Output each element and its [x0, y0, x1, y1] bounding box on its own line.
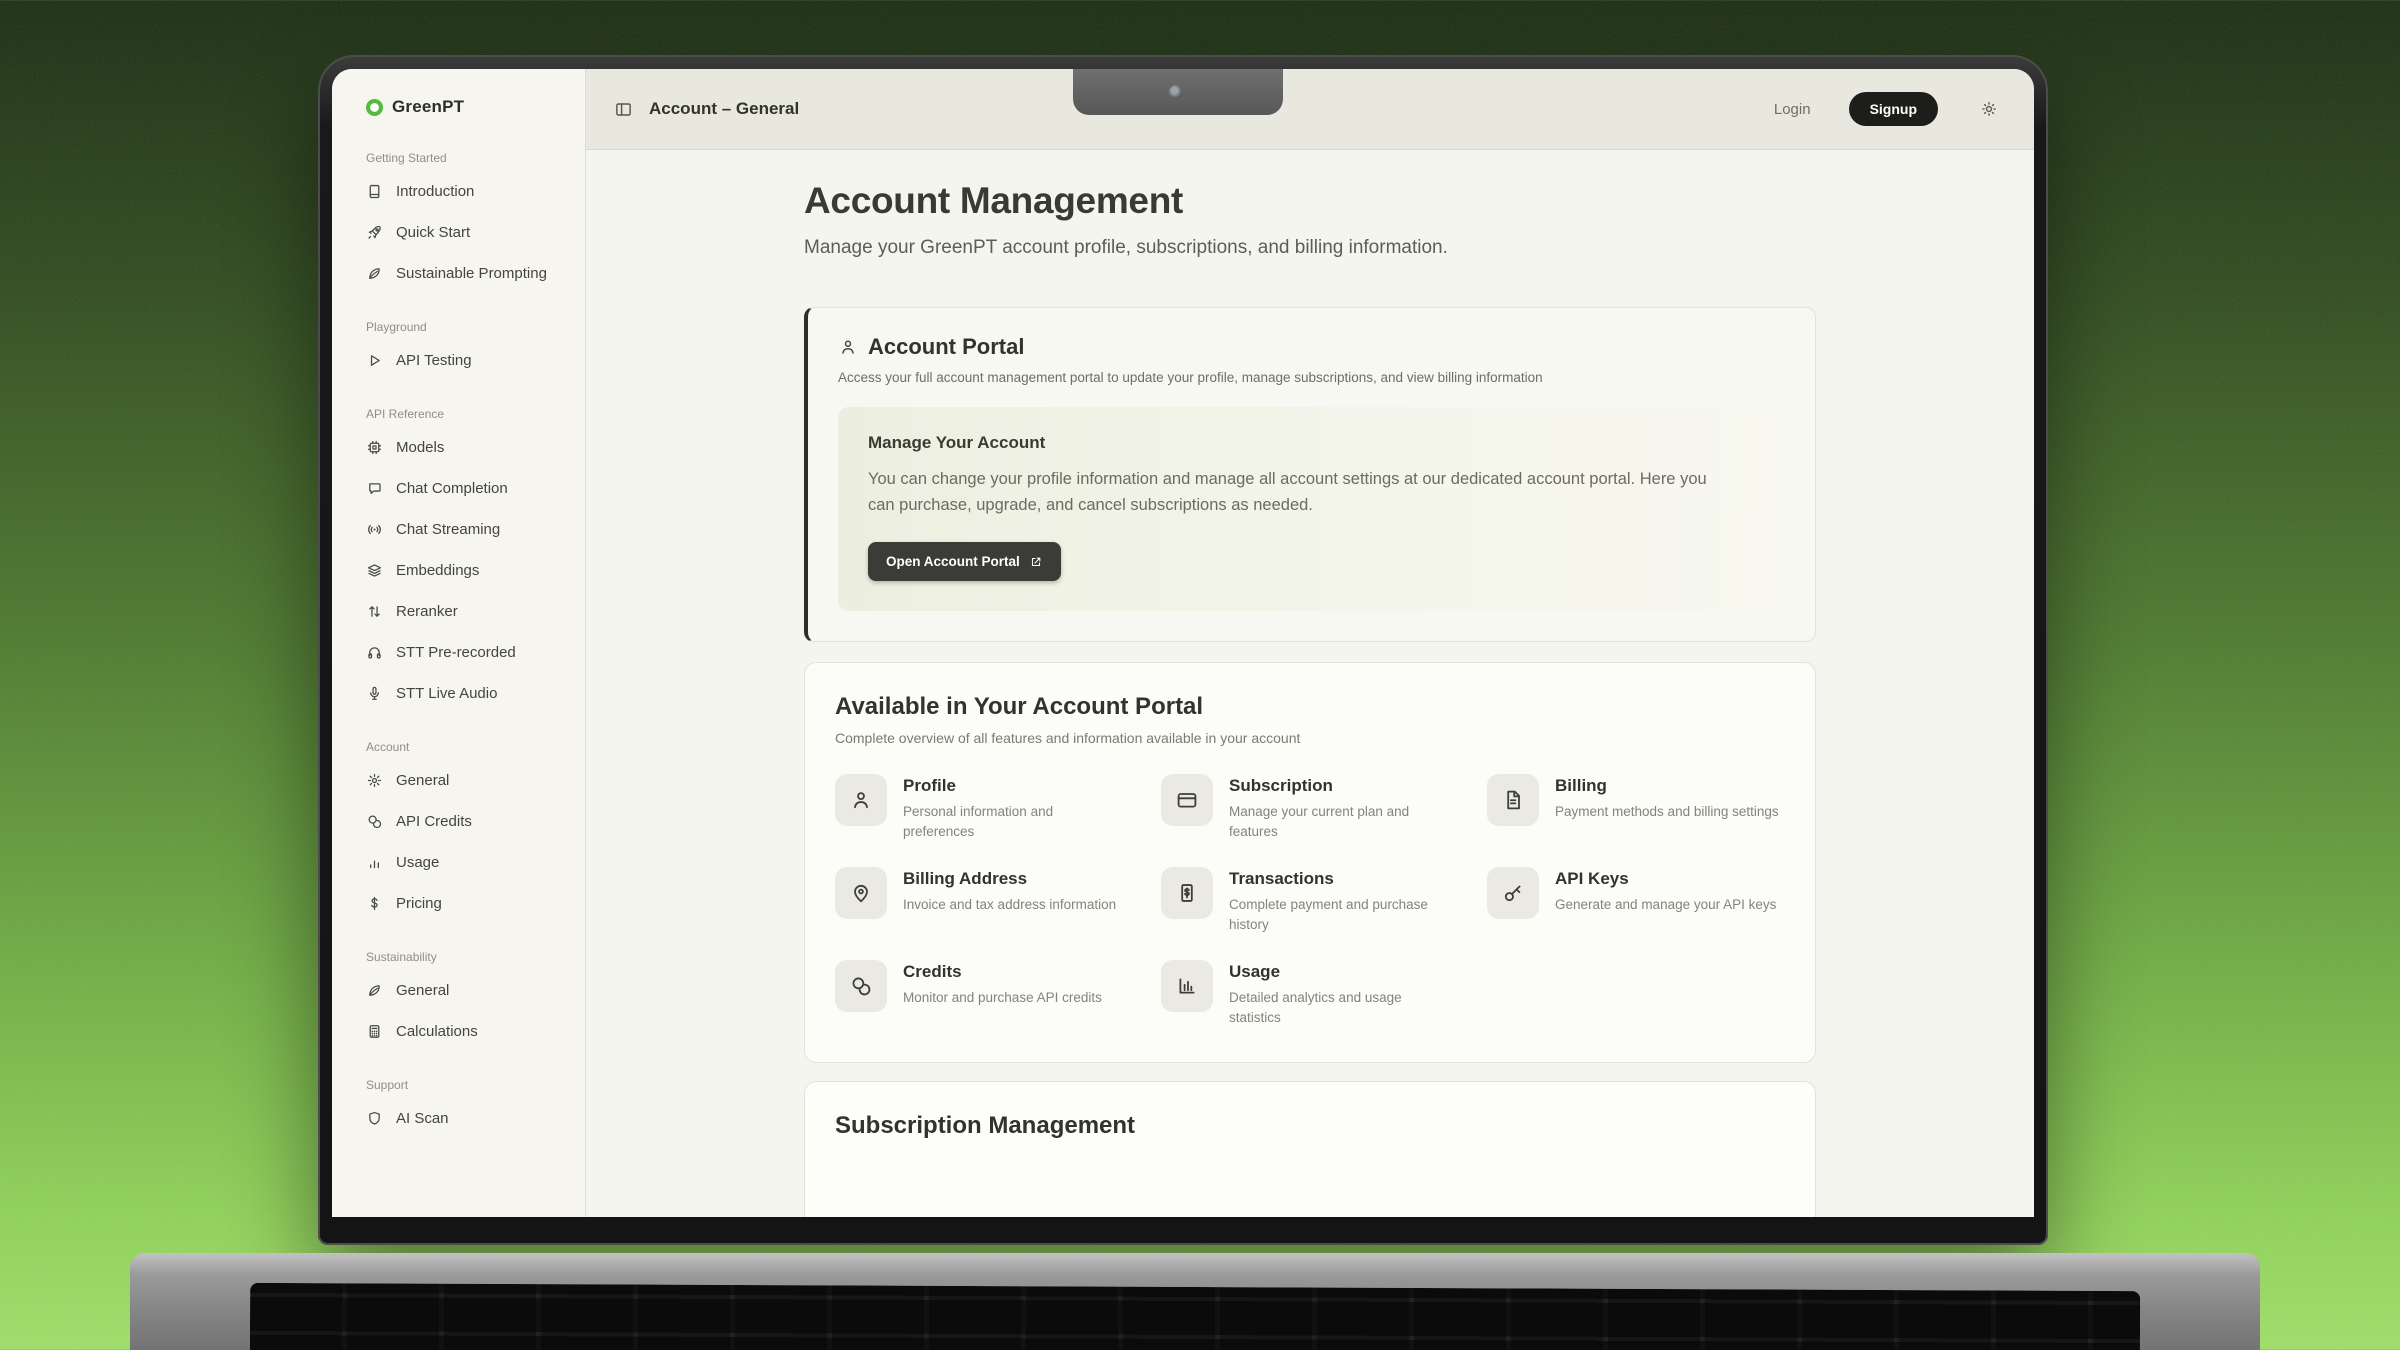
section-label-account: Account [366, 740, 585, 754]
main-content: Account Management Manage your GreenPT a… [586, 150, 2034, 1217]
laptop-screen: GreenPT Getting Started Introduction Qui… [332, 69, 2034, 1217]
panel-toggle-icon [614, 100, 633, 119]
sidebar-item-ai-scan[interactable]: AI Scan [366, 1098, 585, 1139]
section-label-api-reference: API Reference [366, 407, 585, 421]
manage-account-body: You can change your profile information … [868, 467, 1728, 518]
laptop-keyboard-deck [130, 1253, 2260, 1350]
receipt-icon [1175, 881, 1199, 905]
account-portal-title: Account Portal [868, 334, 1024, 360]
user-icon [838, 337, 858, 357]
feature-profile: Profile Personal information and prefere… [835, 774, 1133, 841]
feature-credits: Credits Monitor and purchase API credits [835, 960, 1133, 1027]
coins-icon [366, 813, 383, 830]
chat-bubble-icon [366, 480, 383, 497]
account-portal-description: Access your full account management port… [838, 370, 1785, 385]
sidebar-item-stt-pre-recorded[interactable]: STT Pre-recorded [366, 632, 585, 673]
feature-billing: Billing Payment methods and billing sett… [1487, 774, 1785, 841]
page-title: Account Management [804, 180, 1816, 222]
calculator-icon [366, 1023, 383, 1040]
section-label-support: Support [366, 1078, 585, 1092]
credit-card-icon [1175, 788, 1199, 812]
play-icon [366, 352, 383, 369]
feature-billing-address: Billing Address Invoice and tax address … [835, 867, 1133, 934]
laptop-mockup: GreenPT Getting Started Introduction Qui… [318, 55, 2048, 1245]
sidebar-item-reranker[interactable]: Reranker [366, 591, 585, 632]
layers-icon [366, 562, 383, 579]
brand-logo[interactable]: GreenPT [366, 97, 585, 117]
signup-button[interactable]: Signup [1849, 92, 1938, 126]
manage-account-box: Manage Your Account You can change your … [838, 407, 1785, 611]
sidebar-item-account-general[interactable]: General [366, 760, 585, 801]
document-icon [1501, 788, 1525, 812]
page-subtitle: Manage your GreenPT account profile, sub… [804, 237, 1816, 259]
sun-icon [1980, 100, 1998, 118]
sidebar-item-embeddings[interactable]: Embeddings [366, 550, 585, 591]
feature-subscription: Subscription Manage your current plan an… [1161, 774, 1459, 841]
section-label-sustainability: Sustainability [366, 950, 585, 964]
dollar-icon [366, 895, 383, 912]
sidebar-item-models[interactable]: Models [366, 427, 585, 468]
key-icon [1501, 881, 1525, 905]
gear-icon [366, 772, 383, 789]
broadcast-icon [366, 521, 383, 538]
sidebar-item-api-testing[interactable]: API Testing [366, 340, 585, 381]
sidebar: GreenPT Getting Started Introduction Qui… [332, 69, 586, 1217]
brand-name: GreenPT [392, 97, 464, 117]
cpu-icon [366, 439, 383, 456]
features-grid: Profile Personal information and prefere… [835, 774, 1785, 1027]
features-card: Available in Your Account Portal Complet… [804, 662, 1816, 1062]
leaf-icon [366, 265, 383, 282]
sidebar-item-calculations[interactable]: Calculations [366, 1011, 585, 1052]
feature-api-keys: API Keys Generate and manage your API ke… [1487, 867, 1785, 934]
external-link-icon [1029, 555, 1043, 569]
subscription-management-card: Subscription Management [804, 1081, 1816, 1218]
sidebar-item-introduction[interactable]: Introduction [366, 171, 585, 212]
headphones-icon [366, 644, 383, 661]
features-subtitle: Complete overview of all features and in… [835, 730, 1785, 746]
account-portal-card: Account Portal Access your full account … [804, 307, 1816, 642]
open-account-portal-button[interactable]: Open Account Portal [868, 542, 1061, 581]
webcam-icon [1169, 85, 1183, 99]
laptop-keyboard [250, 1283, 2140, 1350]
user-icon [849, 788, 873, 812]
topbar: Account – General Login Signup [586, 69, 2034, 150]
feature-usage: Usage Detailed analytics and usage stati… [1161, 960, 1459, 1027]
features-title: Available in Your Account Portal [835, 693, 1785, 721]
sort-arrows-icon [366, 603, 383, 620]
sidebar-item-sustainability-general[interactable]: General [366, 970, 585, 1011]
leaf-icon [366, 982, 383, 999]
greenpt-logo-icon [366, 99, 383, 116]
map-pin-icon [849, 881, 873, 905]
bar-chart-box-icon [1175, 974, 1199, 998]
subscription-management-title: Subscription Management [835, 1112, 1785, 1140]
section-label-playground: Playground [366, 320, 585, 334]
feature-transactions: Transactions Complete payment and purcha… [1161, 867, 1459, 934]
shield-icon [366, 1110, 383, 1127]
sidebar-item-api-credits[interactable]: API Credits [366, 801, 585, 842]
sidebar-item-stt-live-audio[interactable]: STT Live Audio [366, 673, 585, 714]
page-breadcrumb-title: Account – General [649, 99, 799, 119]
microphone-icon [366, 685, 383, 702]
sidebar-item-pricing[interactable]: Pricing [366, 883, 585, 924]
theme-toggle-button[interactable] [1980, 100, 1998, 118]
rocket-icon [366, 224, 383, 241]
sidebar-item-chat-completion[interactable]: Chat Completion [366, 468, 585, 509]
sidebar-item-sustainable-prompting[interactable]: Sustainable Prompting [366, 253, 585, 294]
laptop-notch [1073, 69, 1283, 115]
sidebar-item-chat-streaming[interactable]: Chat Streaming [366, 509, 585, 550]
login-link[interactable]: Login [1774, 101, 1811, 118]
section-label-getting-started: Getting Started [366, 151, 585, 165]
sidebar-toggle-button[interactable] [614, 100, 633, 119]
sidebar-item-usage[interactable]: Usage [366, 842, 585, 883]
sidebar-item-quick-start[interactable]: Quick Start [366, 212, 585, 253]
book-icon [366, 183, 383, 200]
manage-account-title: Manage Your Account [868, 433, 1755, 453]
coins-icon [849, 974, 873, 998]
bar-chart-icon [366, 854, 383, 871]
